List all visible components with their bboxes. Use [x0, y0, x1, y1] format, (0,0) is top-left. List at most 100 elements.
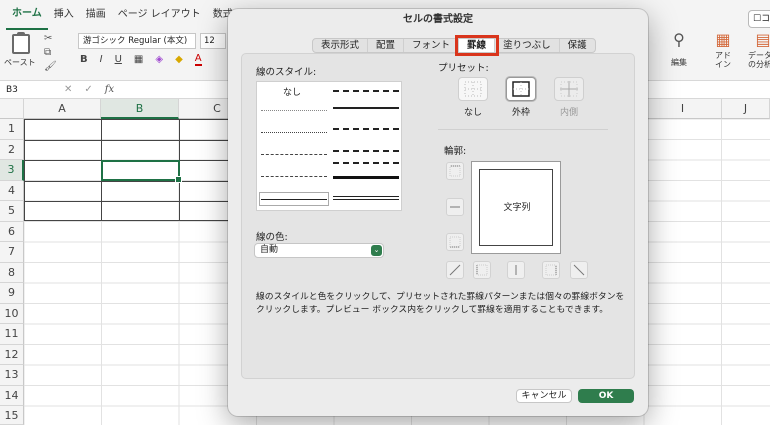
border-horizontal-icon: [450, 206, 460, 208]
dialog-description: 線のスタイルと色をクリックして、プリセットされた罫線パターンまたは個々の罫線ボタ…: [256, 292, 625, 315]
copy-icon[interactable]: ⧉: [44, 47, 51, 58]
line-style-hairline[interactable]: [261, 110, 327, 111]
line-style-thin[interactable]: [261, 199, 327, 200]
border-bottom-button[interactable]: [446, 233, 464, 251]
font-size-select[interactable]: 12: [200, 33, 226, 49]
menu-tab-insert[interactable]: 挿入: [48, 0, 80, 30]
name-box[interactable]: B3: [4, 83, 52, 97]
dialog-tabs: 表示形式 配置 フォント 罫線 塗りつぶし 保護: [312, 35, 596, 56]
column-header-b[interactable]: B: [101, 99, 179, 119]
row-header-13[interactable]: 13: [0, 365, 24, 386]
line-style-dotted[interactable]: [261, 132, 327, 133]
bold-button[interactable]: B: [80, 54, 88, 66]
cut-icon[interactable]: ✂: [44, 33, 52, 44]
row-header-5[interactable]: 5: [0, 201, 24, 222]
border-middle-vertical-button[interactable]: [507, 261, 525, 279]
insert-function-icon[interactable]: fx: [105, 81, 114, 99]
border-left-button[interactable]: [473, 261, 491, 279]
tab-alignment[interactable]: 配置: [368, 39, 405, 52]
line-style-medium-dash-dot[interactable]: [333, 128, 399, 130]
menu-tab-home[interactable]: ホーム: [6, 0, 48, 30]
preset-inside-button[interactable]: [554, 77, 584, 101]
menu-tab-page-layout[interactable]: ページ レイアウト: [112, 0, 207, 30]
comment-icon: ☐: [753, 14, 762, 24]
font-color-button[interactable]: A: [194, 54, 202, 66]
clipboard-icon: [12, 32, 30, 54]
row-header-12[interactable]: 12: [0, 344, 24, 365]
line-style-label: 線のスタイル:: [256, 67, 317, 78]
row-header-2[interactable]: 2: [0, 139, 24, 160]
enter-formula-icon[interactable]: ✓: [84, 81, 92, 99]
border-diagonal-down-button[interactable]: [570, 261, 588, 279]
row-header-10[interactable]: 10: [0, 303, 24, 324]
border-label: 輪郭:: [444, 146, 467, 157]
preset-inside-label: 内側: [559, 108, 578, 118]
clear-format-icon[interactable]: ◈: [155, 54, 163, 66]
italic-button[interactable]: I: [100, 54, 103, 66]
line-style-double[interactable]: [333, 196, 399, 200]
row-header-11[interactable]: 11: [0, 324, 24, 345]
line-color-value: 自動: [260, 245, 279, 255]
border-vertical-icon: [515, 265, 517, 275]
row-header-1[interactable]: 1: [0, 119, 24, 140]
tab-protection[interactable]: 保護: [560, 39, 595, 52]
data-analysis-button[interactable]: ▤ データ の分析: [748, 30, 770, 69]
comment-button[interactable]: ☐コ: [748, 10, 770, 28]
data-analysis-icon: ▤: [755, 30, 770, 49]
ok-button[interactable]: OK: [578, 389, 634, 403]
table-border-horizontal: [24, 201, 256, 202]
column-header-i[interactable]: I: [644, 99, 722, 119]
preset-outline-label: 外枠: [511, 108, 530, 118]
fill-color-icon[interactable]: ◆: [175, 54, 183, 66]
tab-font[interactable]: フォント: [404, 39, 460, 52]
format-painter-icon[interactable]: 🖌: [44, 61, 57, 72]
line-style-slanted-dash-dot[interactable]: [333, 162, 399, 164]
dialog-title: セルの書式設定: [403, 14, 473, 25]
border-right-button[interactable]: [542, 261, 560, 279]
addins-label: アド イン: [715, 51, 731, 69]
preset-none-button[interactable]: [458, 77, 488, 101]
cancel-formula-icon[interactable]: ✕: [64, 81, 72, 99]
chevron-down-icon: ⌄: [371, 245, 382, 256]
column-header-j[interactable]: J: [722, 99, 770, 119]
underline-button[interactable]: U: [115, 54, 122, 66]
line-style-dash-dot-dot[interactable]: [261, 154, 327, 155]
row-header-6[interactable]: 6: [0, 221, 24, 242]
edit-label: 編集: [671, 58, 687, 67]
menu-tab-draw[interactable]: 描画: [80, 0, 112, 30]
border-preview[interactable]: 文字列: [471, 161, 561, 254]
addins-button[interactable]: ▦ アド イン: [708, 30, 738, 69]
row-header-4[interactable]: 4: [0, 180, 24, 201]
preset-separator: [438, 129, 608, 130]
line-style-medium-dashed[interactable]: [333, 150, 399, 152]
row-header-9[interactable]: 9: [0, 283, 24, 304]
row-header-3[interactable]: 3: [0, 160, 24, 181]
line-style-picker[interactable]: なし: [256, 81, 402, 211]
tab-fill[interactable]: 塗りつぶし: [495, 39, 560, 52]
edit-button[interactable]: ⚲ 編集: [664, 30, 694, 68]
tab-border[interactable]: 罫線: [455, 35, 500, 56]
cancel-button[interactable]: キャンセル: [516, 389, 572, 403]
line-style-none[interactable]: なし: [257, 85, 327, 98]
border-top-button[interactable]: [446, 162, 464, 180]
active-cell-b3[interactable]: [101, 160, 182, 183]
select-all-corner[interactable]: [0, 99, 24, 119]
preset-outline-button[interactable]: [506, 77, 536, 101]
font-name-select[interactable]: 游ゴシック Regular (本文): [78, 33, 196, 49]
column-header-a[interactable]: A: [24, 99, 101, 119]
row-header-7[interactable]: 7: [0, 242, 24, 263]
row-header-8[interactable]: 8: [0, 262, 24, 283]
line-style-dash-dot[interactable]: [261, 176, 327, 177]
row-header-15[interactable]: 15: [0, 406, 24, 425]
borders-icon[interactable]: ▦: [134, 54, 143, 66]
line-style-medium-dash-dot-dot[interactable]: [333, 90, 399, 92]
border-middle-horizontal-button[interactable]: [446, 198, 464, 216]
border-bottom-icon: [449, 236, 461, 248]
line-color-select[interactable]: 自動 ⌄: [254, 243, 384, 258]
border-diagonal-up-button[interactable]: [446, 261, 464, 279]
line-style-thick[interactable]: [333, 176, 399, 179]
line-style-medium[interactable]: [333, 107, 399, 109]
row-header-14[interactable]: 14: [0, 385, 24, 406]
format-cells-dialog: セルの書式設定 表示形式 配置 フォント 罫線 塗りつぶし 保護 線のスタイル:…: [228, 9, 648, 416]
tab-number[interactable]: 表示形式: [313, 39, 369, 52]
